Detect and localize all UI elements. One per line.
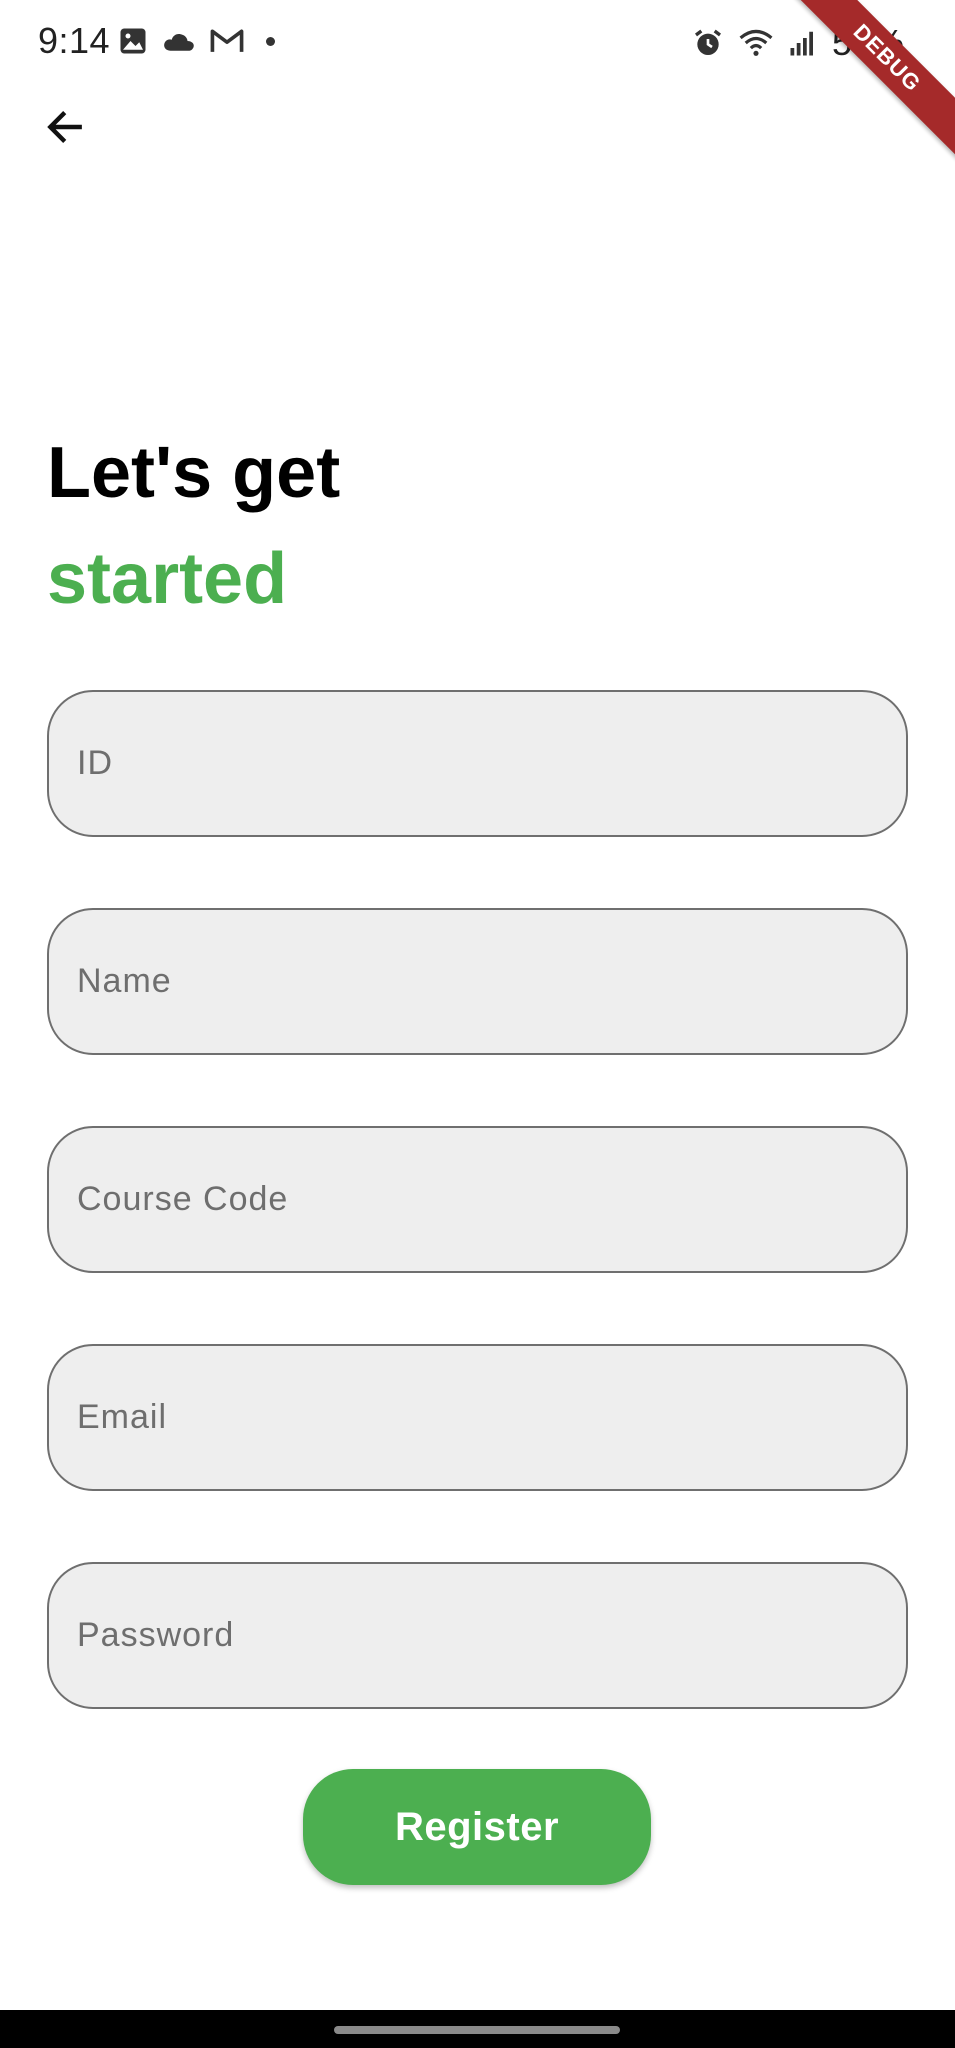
status-time: 9:14: [38, 20, 111, 61]
back-button[interactable]: [36, 98, 94, 156]
password-field[interactable]: [47, 1562, 908, 1709]
dot-icon: [266, 36, 275, 46]
status-left-icons: [118, 24, 275, 58]
course-code-input[interactable]: [77, 1128, 906, 1271]
arrow-left-icon: [47, 111, 82, 143]
name-field[interactable]: [47, 908, 908, 1055]
heading-started: started: [47, 539, 288, 619]
signal-icon: [790, 31, 813, 56]
home-indicator[interactable]: [334, 2026, 620, 2034]
wifi-icon: [739, 29, 773, 56]
name-input[interactable]: [77, 910, 906, 1053]
gmail-icon: [210, 29, 244, 52]
heading-lets-get: Let's get: [47, 433, 341, 513]
email-input[interactable]: [77, 1346, 906, 1489]
email-field[interactable]: [47, 1344, 908, 1491]
status-bar: 9:14: [0, 0, 955, 84]
image-icon: [120, 28, 146, 54]
alarm-icon: [695, 29, 721, 55]
id-field[interactable]: [47, 690, 908, 837]
id-input[interactable]: [77, 692, 906, 835]
cloud-icon: [164, 33, 194, 51]
register-button[interactable]: Register: [303, 1769, 651, 1885]
course-code-field[interactable]: [47, 1126, 908, 1273]
password-input[interactable]: [77, 1564, 906, 1707]
register-screen: 9:14 DEBUG Let's get started ID Name Cou…: [0, 0, 955, 2048]
